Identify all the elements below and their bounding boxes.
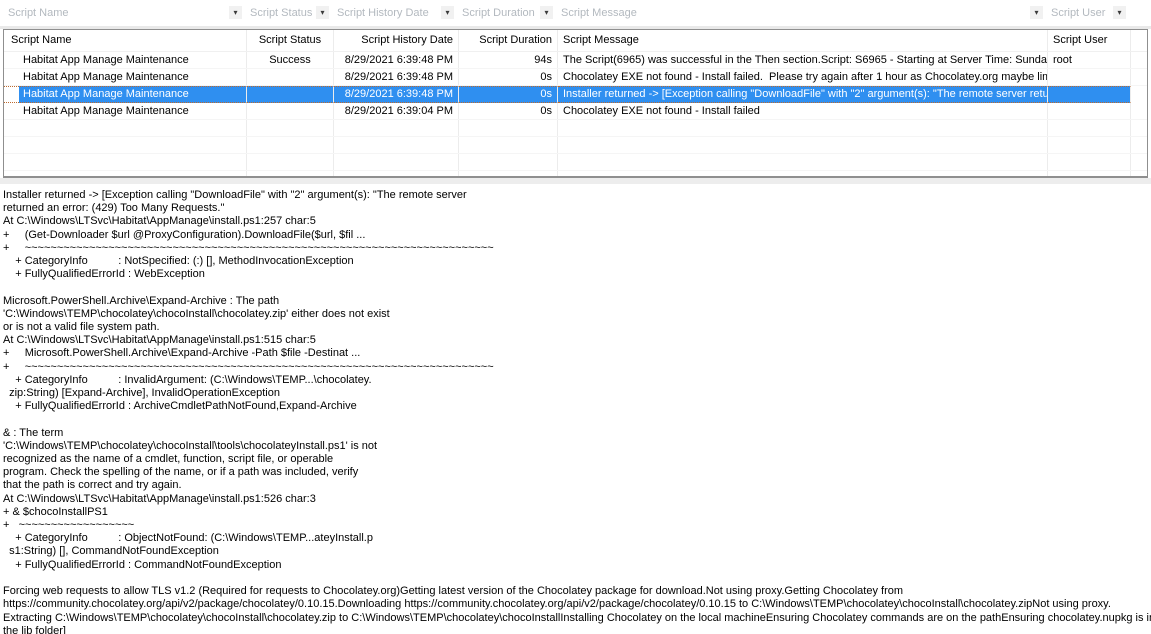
- chevron-down-icon[interactable]: ▾: [441, 6, 454, 19]
- cell-user: [1048, 86, 1131, 103]
- cell-status: [247, 154, 334, 170]
- cell-date: [334, 154, 459, 170]
- cell-user: root: [1048, 52, 1131, 68]
- filter-script-duration-label: Script Duration: [462, 7, 535, 19]
- cell-duration: [459, 120, 558, 136]
- cell-user: [1048, 120, 1131, 136]
- table-row[interactable]: [4, 154, 1147, 171]
- cell-status: [247, 69, 334, 85]
- cell-name: Habitat App Manage Maintenance: [4, 69, 247, 85]
- cell-user: [1048, 154, 1131, 170]
- cell-duration: 0s: [459, 86, 558, 103]
- filter-script-status[interactable]: Script Status ▾: [246, 0, 333, 26]
- column-header-script-status[interactable]: Script Status: [247, 30, 334, 51]
- chevron-down-icon[interactable]: ▾: [540, 6, 553, 19]
- cell-message: [558, 120, 1048, 136]
- filter-script-history-date-label: Script History Date: [337, 7, 429, 19]
- column-header-script-message[interactable]: Script Message: [558, 30, 1048, 51]
- filter-script-user-label: Script User: [1051, 7, 1105, 19]
- cell-name: Habitat App Manage Maintenance: [4, 86, 247, 103]
- cell-duration: [459, 171, 558, 176]
- column-header-script-name[interactable]: Script Name: [4, 30, 247, 51]
- filter-script-message[interactable]: Script Message ▾: [557, 0, 1047, 26]
- chevron-down-icon[interactable]: ▾: [229, 6, 242, 19]
- table-row[interactable]: Habitat App Manage Maintenance Success 8…: [4, 52, 1147, 69]
- cell-duration: [459, 154, 558, 170]
- cell-user: [1048, 137, 1131, 153]
- cell-message: The Script(6965) was successful in the T…: [558, 52, 1048, 68]
- column-header-script-history-date[interactable]: Script History Date: [334, 30, 459, 51]
- cell-user: [1048, 103, 1131, 119]
- table-row[interactable]: Habitat App Manage Maintenance 8/29/2021…: [4, 103, 1147, 120]
- filter-script-message-label: Script Message: [561, 7, 637, 19]
- cell-date: [334, 120, 459, 136]
- cell-name: [4, 120, 247, 136]
- cell-name: [4, 171, 247, 176]
- cell-duration: 94s: [459, 52, 558, 68]
- cell-duration: 0s: [459, 103, 558, 119]
- cell-date: 8/29/2021 6:39:04 PM: [334, 103, 459, 119]
- table-row[interactable]: Habitat App Manage Maintenance 8/29/2021…: [4, 69, 1147, 86]
- cell-filler: [1131, 103, 1147, 119]
- cell-message: [558, 154, 1048, 170]
- filter-script-user[interactable]: Script User ▾: [1047, 0, 1130, 26]
- cell-status: [247, 120, 334, 136]
- cell-status: [247, 171, 334, 176]
- cell-name: Habitat App Manage Maintenance: [4, 52, 247, 68]
- script-message-detail-pane: Installer returned -> [Exception calling…: [0, 184, 1151, 634]
- cell-filler: [1131, 86, 1147, 103]
- filter-script-name-label: Script Name: [8, 7, 69, 19]
- cell-message: Installer returned -> [Exception calling…: [558, 86, 1048, 103]
- cell-status: Success: [247, 52, 334, 68]
- table-header-row: Script Name Script Status Script History…: [4, 30, 1147, 52]
- cell-message: Chocolatey EXE not found - Install faile…: [558, 69, 1048, 85]
- cell-status: [247, 103, 334, 119]
- chevron-down-icon[interactable]: ▾: [1113, 6, 1126, 19]
- cell-name: [4, 154, 247, 170]
- cell-duration: [459, 137, 558, 153]
- cell-filler: [1131, 52, 1147, 68]
- cell-filler: [1131, 171, 1147, 176]
- table-body: Habitat App Manage Maintenance Success 8…: [4, 52, 1147, 176]
- cell-duration: 0s: [459, 69, 558, 85]
- filter-script-name[interactable]: Script Name ▾: [0, 0, 246, 26]
- script-history-table: Script Name Script Status Script History…: [3, 29, 1148, 178]
- table-row[interactable]: Habitat App Manage Maintenance 8/29/2021…: [4, 86, 1147, 103]
- cell-filler: [1131, 69, 1147, 85]
- cell-filler: [1131, 154, 1147, 170]
- table-row[interactable]: [4, 120, 1147, 137]
- cell-date: 8/29/2021 6:39:48 PM: [334, 52, 459, 68]
- cell-filler: [1131, 120, 1147, 136]
- cell-message: [558, 137, 1048, 153]
- table-row[interactable]: [4, 137, 1147, 154]
- cell-name: Habitat App Manage Maintenance: [4, 103, 247, 119]
- cell-name: [4, 137, 247, 153]
- chevron-down-icon[interactable]: ▾: [316, 6, 329, 19]
- filter-script-history-date[interactable]: Script History Date ▾: [333, 0, 458, 26]
- filter-bar: Script Name ▾ Script Status ▾ Script His…: [0, 0, 1151, 29]
- filter-script-status-label: Script Status: [250, 7, 312, 19]
- cell-date: [334, 171, 459, 176]
- cell-message: Chocolatey EXE not found - Install faile…: [558, 103, 1048, 119]
- column-header-filler: [1131, 30, 1147, 51]
- cell-date: 8/29/2021 6:39:48 PM: [334, 86, 459, 103]
- cell-message: [558, 171, 1048, 176]
- cell-date: [334, 137, 459, 153]
- cell-user: [1048, 69, 1131, 85]
- chevron-down-icon[interactable]: ▾: [1030, 6, 1043, 19]
- cell-user: [1048, 171, 1131, 176]
- cell-status: [247, 137, 334, 153]
- cell-status: [247, 86, 334, 103]
- cell-filler: [1131, 137, 1147, 153]
- column-header-script-duration[interactable]: Script Duration: [459, 30, 558, 51]
- column-header-script-user[interactable]: Script User: [1048, 30, 1131, 51]
- cell-date: 8/29/2021 6:39:48 PM: [334, 69, 459, 85]
- table-row[interactable]: [4, 171, 1147, 176]
- filter-script-duration[interactable]: Script Duration ▾: [458, 0, 557, 26]
- script-message-detail-text: Installer returned -> [Exception calling…: [0, 184, 1151, 634]
